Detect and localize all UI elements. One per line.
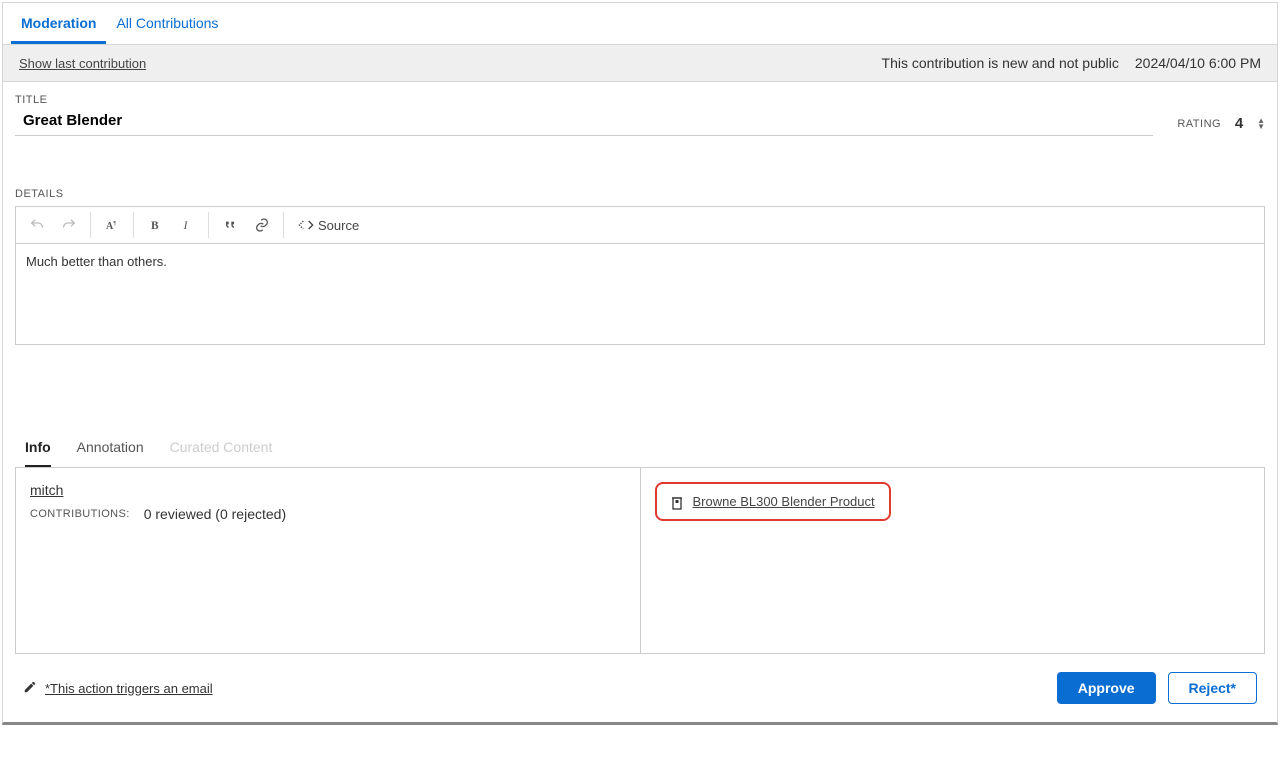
- product-link[interactable]: Browne BL300 Blender Product: [693, 494, 875, 509]
- rich-text-editor: A¶ B I: [15, 206, 1265, 345]
- rating-down-icon[interactable]: ▼: [1257, 124, 1265, 130]
- status-text: This contribution is new and not public: [882, 55, 1119, 71]
- editor-toolbar: A¶ B I: [16, 207, 1264, 244]
- tab-annotation[interactable]: Annotation: [77, 431, 144, 467]
- heading-icon[interactable]: A¶: [97, 211, 127, 239]
- email-footnote[interactable]: *This action triggers an email: [45, 681, 213, 696]
- footer-right: Approve Reject*: [1057, 672, 1257, 704]
- toolbar-separator: [133, 212, 134, 238]
- title-field: TITLE: [15, 94, 1153, 136]
- approve-button[interactable]: Approve: [1057, 672, 1156, 704]
- contributions-value: 0 reviewed (0 rejected): [144, 506, 286, 522]
- info-left: mitch CONTRIBUTIONS: 0 reviewed (0 rejec…: [16, 468, 641, 653]
- user-link[interactable]: mitch: [30, 482, 63, 498]
- footer-left: *This action triggers an email: [23, 680, 213, 697]
- lower-tabs: Info Annotation Curated Content: [15, 431, 1265, 468]
- svg-text:I: I: [183, 220, 189, 232]
- footer: *This action triggers an email Approve R…: [3, 654, 1277, 722]
- tab-moderation[interactable]: Moderation: [11, 3, 106, 44]
- source-button[interactable]: Source: [290, 211, 367, 239]
- tab-all-contributions[interactable]: All Contributions: [106, 3, 228, 44]
- rating-stepper: ▲ ▼: [1257, 118, 1265, 130]
- show-last-contribution-link[interactable]: Show last contribution: [19, 56, 146, 71]
- svg-text:¶: ¶: [113, 221, 116, 227]
- svg-text:B: B: [151, 220, 159, 232]
- status-right: This contribution is new and not public …: [882, 55, 1261, 71]
- product-icon: [671, 495, 683, 509]
- toolbar-separator: [283, 212, 284, 238]
- italic-icon[interactable]: I: [172, 211, 202, 239]
- title-row: TITLE RATING 4 ▲ ▼: [15, 94, 1265, 136]
- toolbar-separator: [90, 212, 91, 238]
- moderation-frame: Moderation All Contributions Show last c…: [2, 2, 1278, 725]
- contributions-label: CONTRIBUTIONS:: [30, 508, 130, 520]
- title-label: TITLE: [15, 94, 1153, 106]
- details-textarea[interactable]: Much better than others.: [16, 244, 1264, 344]
- product-highlight: Browne BL300 Blender Product: [655, 482, 891, 521]
- details-label: DETAILS: [15, 188, 1265, 200]
- status-bar: Show last contribution This contribution…: [3, 45, 1277, 82]
- redo-icon[interactable]: [54, 211, 84, 239]
- tab-info[interactable]: Info: [25, 431, 51, 467]
- bold-icon[interactable]: B: [140, 211, 170, 239]
- pencil-icon: [23, 680, 37, 697]
- tab-curated-content: Curated Content: [170, 431, 273, 467]
- info-right: Browne BL300 Blender Product: [641, 468, 1265, 653]
- undo-icon[interactable]: [22, 211, 52, 239]
- details-block: DETAILS A¶ B: [15, 188, 1265, 345]
- reject-button[interactable]: Reject*: [1168, 672, 1257, 704]
- form-area: TITLE RATING 4 ▲ ▼ DETAILS: [3, 82, 1277, 468]
- title-input[interactable]: [15, 106, 1153, 136]
- link-icon[interactable]: [247, 211, 277, 239]
- blockquote-icon[interactable]: [215, 211, 245, 239]
- rating-label: RATING: [1177, 118, 1221, 130]
- top-tabs: Moderation All Contributions: [3, 3, 1277, 45]
- source-label: Source: [318, 218, 359, 233]
- status-timestamp: 2024/04/10 6:00 PM: [1135, 55, 1261, 71]
- toolbar-separator: [208, 212, 209, 238]
- rating-value[interactable]: 4: [1231, 115, 1247, 132]
- contributions-row: CONTRIBUTIONS: 0 reviewed (0 rejected): [30, 506, 626, 522]
- info-panel: mitch CONTRIBUTIONS: 0 reviewed (0 rejec…: [15, 468, 1265, 654]
- rating-field: RATING 4 ▲ ▼: [1177, 115, 1265, 136]
